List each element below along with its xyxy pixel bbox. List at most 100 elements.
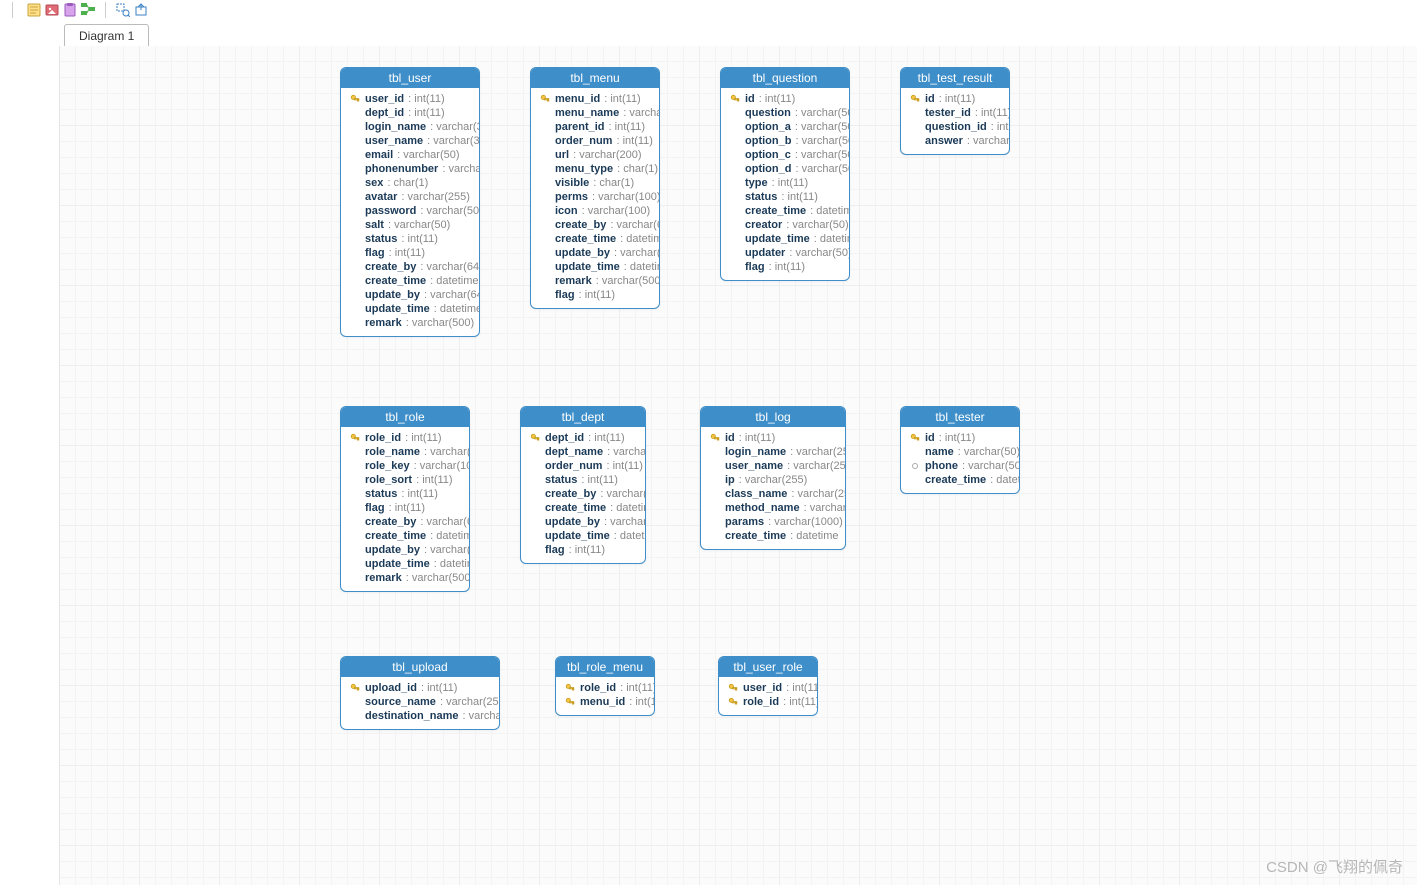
column-type: char(1): [387, 176, 428, 190]
blank-icon: [709, 488, 721, 500]
column-row: create_timedatetime: [345, 274, 475, 288]
column-name: answer: [925, 134, 963, 148]
entity-tbl-log[interactable]: tbl_logidint(11)login_namevarchar(255)us…: [700, 406, 846, 550]
blank-icon: [349, 710, 361, 722]
entity-tbl-question[interactable]: tbl_questionidint(11)questionvarchar(500…: [720, 67, 850, 281]
primary-key-icon: [349, 432, 361, 444]
column-row: order_numint(11): [535, 134, 655, 148]
column-name: id: [925, 92, 935, 106]
column-row: create_byvarchar(64): [345, 260, 475, 274]
primary-key-icon: [709, 432, 721, 444]
column-row: class_namevarchar(255): [705, 487, 841, 501]
column-type: datetime: [430, 529, 470, 543]
column-name: update_time: [545, 529, 610, 543]
column-row: menu_namevarchar(50): [535, 106, 655, 120]
column-name: create_time: [365, 274, 426, 288]
blank-icon: [349, 135, 361, 147]
column-row: iconvarchar(100): [535, 204, 655, 218]
blank-icon: [349, 696, 361, 708]
column-row: flagint(11): [525, 543, 641, 557]
image-icon[interactable]: [45, 3, 59, 17]
entity-tbl-menu[interactable]: tbl_menumenu_idint(11)menu_namevarchar(5…: [530, 67, 660, 309]
column-row: creatorvarchar(50): [725, 218, 845, 232]
note-icon[interactable]: [27, 3, 41, 17]
entity-title: tbl_upload: [341, 657, 499, 677]
column-name: id: [925, 431, 935, 445]
tab-diagram-1[interactable]: Diagram 1: [64, 24, 149, 46]
column-name: menu_id: [555, 92, 600, 106]
blank-icon: [709, 516, 721, 528]
primary-key-icon: [349, 682, 361, 694]
column-type: varchar(50): [958, 445, 1020, 459]
column-type: varchar(1000): [768, 515, 843, 529]
column-type: int(11): [772, 176, 809, 190]
column-type: varchar(255): [440, 695, 500, 709]
column-name: source_name: [365, 695, 436, 709]
blank-icon: [349, 233, 361, 245]
primary-key-icon: [349, 93, 361, 105]
column-name: update_time: [745, 232, 810, 246]
column-row: login_namevarchar(30): [345, 120, 475, 134]
blank-icon: [529, 488, 541, 500]
column-name: user_id: [743, 681, 782, 695]
column-type: varchar(100): [414, 459, 470, 473]
primary-key-icon: [564, 696, 576, 708]
blank-icon: [539, 107, 551, 119]
column-type: int(11): [781, 190, 818, 204]
entity-title: tbl_role: [341, 407, 469, 427]
column-type: datetime: [810, 204, 850, 218]
entity-title: tbl_tester: [901, 407, 1019, 427]
tree-plus-icon[interactable]: [81, 3, 95, 17]
column-row: option_avarchar(500): [725, 120, 845, 134]
column-name: flag: [365, 246, 385, 260]
column-type: datetime: [790, 529, 838, 543]
column-type: int(11): [389, 501, 426, 515]
entity-tbl-role[interactable]: tbl_role role_id int(11) role_namevarchar(3…: [340, 406, 470, 592]
blank-icon: [539, 289, 551, 301]
column-name: role_id: [365, 431, 401, 445]
diagram-canvas[interactable]: tbl_useruser_idint(11)dept_idint(11)logi…: [60, 46, 1417, 885]
blank-icon: [349, 558, 361, 570]
column-row: role_namevarchar(30): [345, 445, 465, 459]
export-icon[interactable]: [134, 3, 148, 17]
column-name: create_time: [745, 204, 806, 218]
clip-icon[interactable]: [63, 3, 77, 17]
entity-title: tbl_menu: [531, 68, 659, 88]
column-name: phone: [925, 459, 958, 473]
column-row: parent_idint(11): [535, 120, 655, 134]
entity-tbl-upload[interactable]: tbl_uploadupload_idint(11)source_namevar…: [340, 656, 500, 730]
blank-icon: [909, 446, 921, 458]
column-name: status: [365, 232, 397, 246]
column-name: dept_name: [545, 445, 603, 459]
blank-icon: [539, 247, 551, 259]
entity-tbl-dept[interactable]: tbl_deptdept_idint(11)dept_namevarchar(3…: [520, 406, 646, 564]
column-name: id: [725, 431, 735, 445]
toolbar-divider: [12, 2, 13, 18]
blank-icon: [729, 163, 741, 175]
column-name: login_name: [365, 120, 426, 134]
zoom-area-icon[interactable]: [116, 3, 130, 17]
column-row: create_timedatetime: [345, 529, 465, 543]
entity-tbl-role-menu[interactable]: tbl_role_menurole_idint(11)menu_idint(11…: [555, 656, 655, 716]
entity-tbl-user-role[interactable]: tbl_user_roleuser_idint(11)role_idint(11…: [718, 656, 818, 716]
column-name: method_name: [725, 501, 800, 515]
column-type: int(11): [408, 106, 445, 120]
blank-icon: [529, 544, 541, 556]
column-row: statusint(11): [345, 487, 465, 501]
column-type: varchar(500): [406, 571, 470, 585]
blank-icon: [349, 516, 361, 528]
column-row: phonevarchar(50): [905, 459, 1015, 473]
column-row: login_namevarchar(255): [705, 445, 841, 459]
column-row: role_idint(11): [560, 681, 650, 695]
column-name: order_num: [545, 459, 602, 473]
column-type: varchar(255): [739, 473, 807, 487]
entity-tbl-user[interactable]: tbl_useruser_idint(11)dept_idint(11)logi…: [340, 67, 480, 337]
column-type: varchar(255): [401, 190, 469, 204]
entity-tbl-tester[interactable]: tbl_testeridint(11)namevarchar(50)phonev…: [900, 406, 1020, 494]
blank-icon: [349, 177, 361, 189]
column-row: saltvarchar(50): [345, 218, 475, 232]
column-type: int(11): [606, 459, 643, 473]
toolbar-divider: [105, 2, 106, 18]
column-type: int(11): [939, 431, 976, 445]
entity-tbl-test-result[interactable]: tbl_test_resultidint(11)tester_idint(11)…: [900, 67, 1010, 155]
